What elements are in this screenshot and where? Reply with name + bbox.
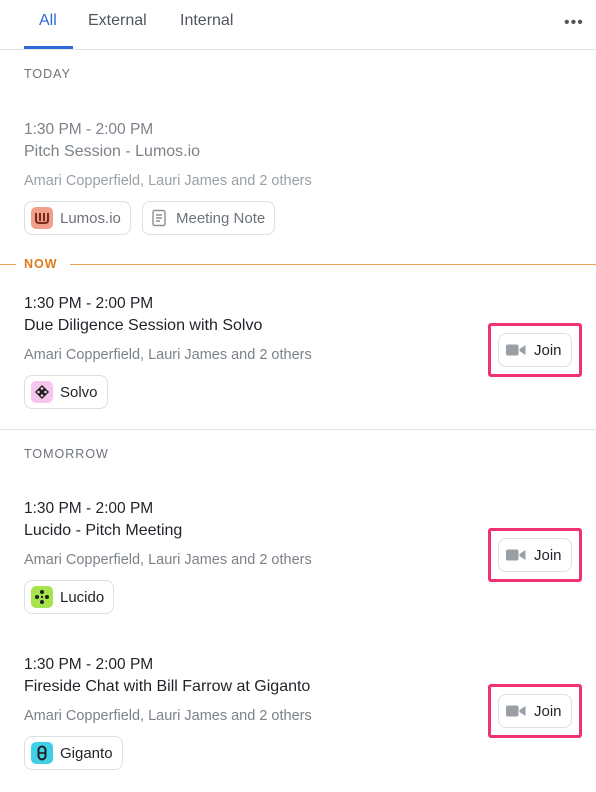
company-name: Lucido (60, 588, 105, 606)
join-label: Join (534, 702, 562, 720)
join-button[interactable]: Join (498, 694, 572, 728)
active-tab-indicator (24, 46, 73, 49)
event-time: 1:30 PM - 2:00 PM (24, 121, 154, 138)
event-attendees: Amari Copperfield, Lauri James and 2 oth… (24, 347, 312, 363)
join-label: Join (534, 341, 562, 359)
event-title: Due Diligence Session with Solvo (24, 317, 263, 334)
tab-external[interactable]: External (88, 12, 147, 30)
more-options-icon[interactable]: ••• (564, 14, 584, 32)
join-label: Join (534, 546, 562, 564)
section-now: NOW (24, 257, 58, 271)
company-chip-lumos[interactable]: Lumos.io (24, 201, 131, 235)
tab-internal[interactable]: Internal (180, 12, 233, 30)
company-name: Giganto (60, 744, 113, 762)
company-chip-lucido[interactable]: Lucido (24, 580, 115, 614)
event-attendees: Amari Copperfield, Lauri James and 2 oth… (24, 173, 312, 189)
meeting-note-chip[interactable]: Meeting Note (142, 201, 276, 235)
video-camera-icon (506, 343, 526, 357)
meeting-note-label: Meeting Note (176, 209, 266, 227)
company-name: Solvo (60, 383, 98, 401)
event-attendees: Amari Copperfield, Lauri James and 2 oth… (24, 552, 312, 568)
section-today: TODAY (24, 67, 71, 81)
section-tomorrow: TOMORROW (24, 447, 109, 461)
event-time: 1:30 PM - 2:00 PM (24, 295, 154, 312)
event-title: Pitch Session - Lumos.io (24, 143, 201, 160)
video-camera-icon (506, 548, 526, 562)
now-divider-right (70, 264, 596, 265)
section-divider (0, 429, 596, 430)
event-title: Fireside Chat with Bill Farrow at Gigant… (24, 678, 311, 695)
event-time: 1:30 PM - 2:00 PM (24, 656, 154, 673)
lucido-logo-icon (31, 586, 53, 608)
video-camera-icon (506, 704, 526, 718)
company-name: Lumos.io (60, 209, 121, 227)
tab-all[interactable]: All (39, 12, 57, 30)
join-button[interactable]: Join (498, 538, 572, 572)
event-time: 1:30 PM - 2:00 PM (24, 500, 154, 517)
event-title: Lucido - Pitch Meeting (24, 522, 183, 539)
filter-tabs: All External Internal ••• (0, 0, 596, 50)
solvo-logo-icon (31, 381, 53, 403)
company-chip-solvo[interactable]: Solvo (24, 375, 108, 409)
document-icon (149, 208, 169, 228)
lumos-logo-icon (31, 207, 53, 229)
now-divider-left (0, 264, 16, 265)
join-button[interactable]: Join (498, 333, 572, 367)
giganto-logo-icon (31, 742, 53, 764)
company-chip-giganto[interactable]: Giganto (24, 736, 123, 770)
event-attendees: Amari Copperfield, Lauri James and 2 oth… (24, 708, 312, 724)
